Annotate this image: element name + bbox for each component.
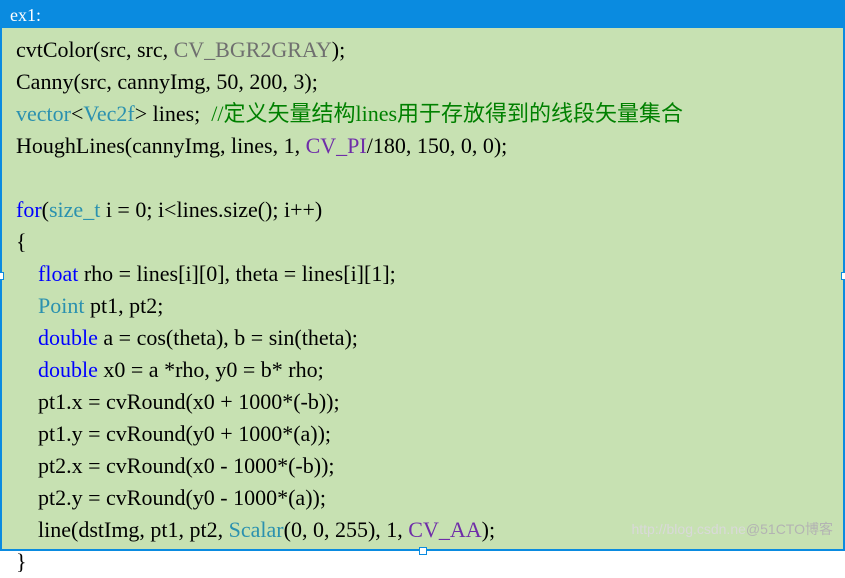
code-line-16: line(dstImg, pt1, pt2, Scalar(0, 0, 255)…	[16, 517, 495, 542]
code-line-13: pt1.y = cvRound(y0 + 1000*(a));	[16, 421, 331, 446]
code-line-2: Canny(src, cannyImg, 50, 200, 3);	[16, 69, 318, 94]
code-line-11: double x0 = a *rho, y0 = b* rho;	[16, 357, 324, 382]
window-title: ex1:	[10, 5, 41, 26]
titlebar: ex1:	[2, 2, 843, 28]
watermark: http://blog.csdn.ne@51CTO博客	[631, 513, 833, 545]
code-line-14: pt2.x = cvRound(x0 - 1000*(-b));	[16, 453, 335, 478]
code-line-4: HoughLines(cannyImg, lines, 1, CV_PI/180…	[16, 133, 507, 158]
code-line-9: Point pt1, pt2;	[16, 293, 163, 318]
code-line-1: cvtColor(src, src, CV_BGR2GRAY);	[16, 37, 345, 62]
code-line-6: for(size_t i = 0; i<lines.size(); i++)	[16, 197, 322, 222]
resize-handle-right[interactable]	[841, 272, 845, 280]
code-line-12: pt1.x = cvRound(x0 + 1000*(-b));	[16, 389, 340, 414]
code-content: cvtColor(src, src, CV_BGR2GRAY); Canny(s…	[2, 28, 843, 549]
code-line-17: }	[16, 549, 27, 574]
resize-handle-left[interactable]	[0, 272, 4, 280]
code-line-10: double a = cos(theta), b = sin(theta);	[16, 325, 358, 350]
code-line-8: float rho = lines[i][0], theta = lines[i…	[16, 261, 396, 286]
resize-handle-bottom[interactable]	[419, 547, 427, 555]
code-window: ex1: cvtColor(src, src, CV_BGR2GRAY); Ca…	[0, 0, 845, 551]
code-line-3: vector<Vec2f> lines; //定义矢量结构lines用于存放得到…	[16, 101, 683, 126]
code-line-15: pt2.y = cvRound(y0 - 1000*(a));	[16, 485, 326, 510]
code-line-7: {	[16, 229, 27, 254]
